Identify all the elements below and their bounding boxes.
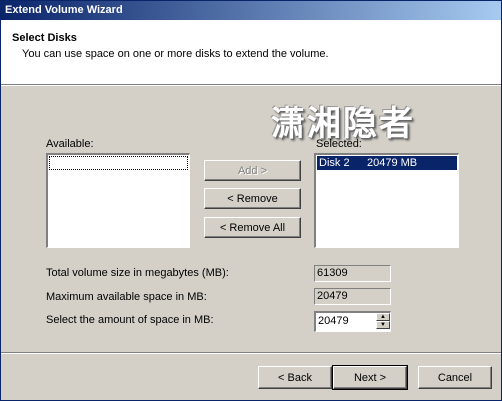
spin-up-arrow-icon[interactable]: ▲ <box>376 313 390 321</box>
next-button[interactable]: Next > <box>332 365 408 390</box>
amount-label: Select the amount of space in MB: <box>46 314 214 326</box>
total-size-label: Total volume size in megabytes (MB): <box>46 267 229 279</box>
max-space-label: Maximum available space in MB: <box>46 291 207 303</box>
spin-down-arrow-icon[interactable]: ▼ <box>376 321 390 329</box>
amount-spinbox[interactable]: 20479 ▲ ▼ <box>314 311 391 332</box>
total-size-field: 61309 <box>314 265 391 282</box>
cancel-button[interactable]: Cancel <box>418 366 492 389</box>
spin-buttons: ▲ ▼ <box>376 313 390 331</box>
footer-divider-highlight <box>1 353 501 354</box>
title-bar[interactable]: Extend Volume Wizard <box>1 1 501 20</box>
selected-item-size: 20479 MB <box>367 157 418 169</box>
selected-listbox[interactable]: Disk 2 20479 MB <box>314 153 459 248</box>
remove-button[interactable]: < Remove <box>204 188 301 209</box>
available-listbox[interactable] <box>46 153 190 248</box>
window-title: Extend Volume Wizard <box>5 4 123 16</box>
header-divider <box>1 85 501 86</box>
watermark: 潇湘隐者 <box>271 104 415 144</box>
amount-value[interactable]: 20479 <box>318 315 349 327</box>
wizard-window: Extend Volume Wizard Select Disks You ca… <box>0 0 502 401</box>
available-focus-row <box>49 156 188 170</box>
available-label: Available: <box>46 138 94 150</box>
selected-item-disk: Disk 2 <box>319 157 350 169</box>
remove-all-button[interactable]: < Remove All <box>204 217 301 238</box>
add-button[interactable]: Add > <box>204 160 301 181</box>
page-title: Select Disks <box>12 32 77 44</box>
selected-item-row[interactable]: Disk 2 20479 MB <box>317 156 457 170</box>
back-button[interactable]: < Back <box>258 366 332 389</box>
wizard-header: Select Disks You can use space on one or… <box>1 20 501 85</box>
max-space-field: 20479 <box>314 288 391 305</box>
page-subtitle: You can use space on one or more disks t… <box>22 48 329 60</box>
selected-label: Selected: <box>316 138 362 150</box>
